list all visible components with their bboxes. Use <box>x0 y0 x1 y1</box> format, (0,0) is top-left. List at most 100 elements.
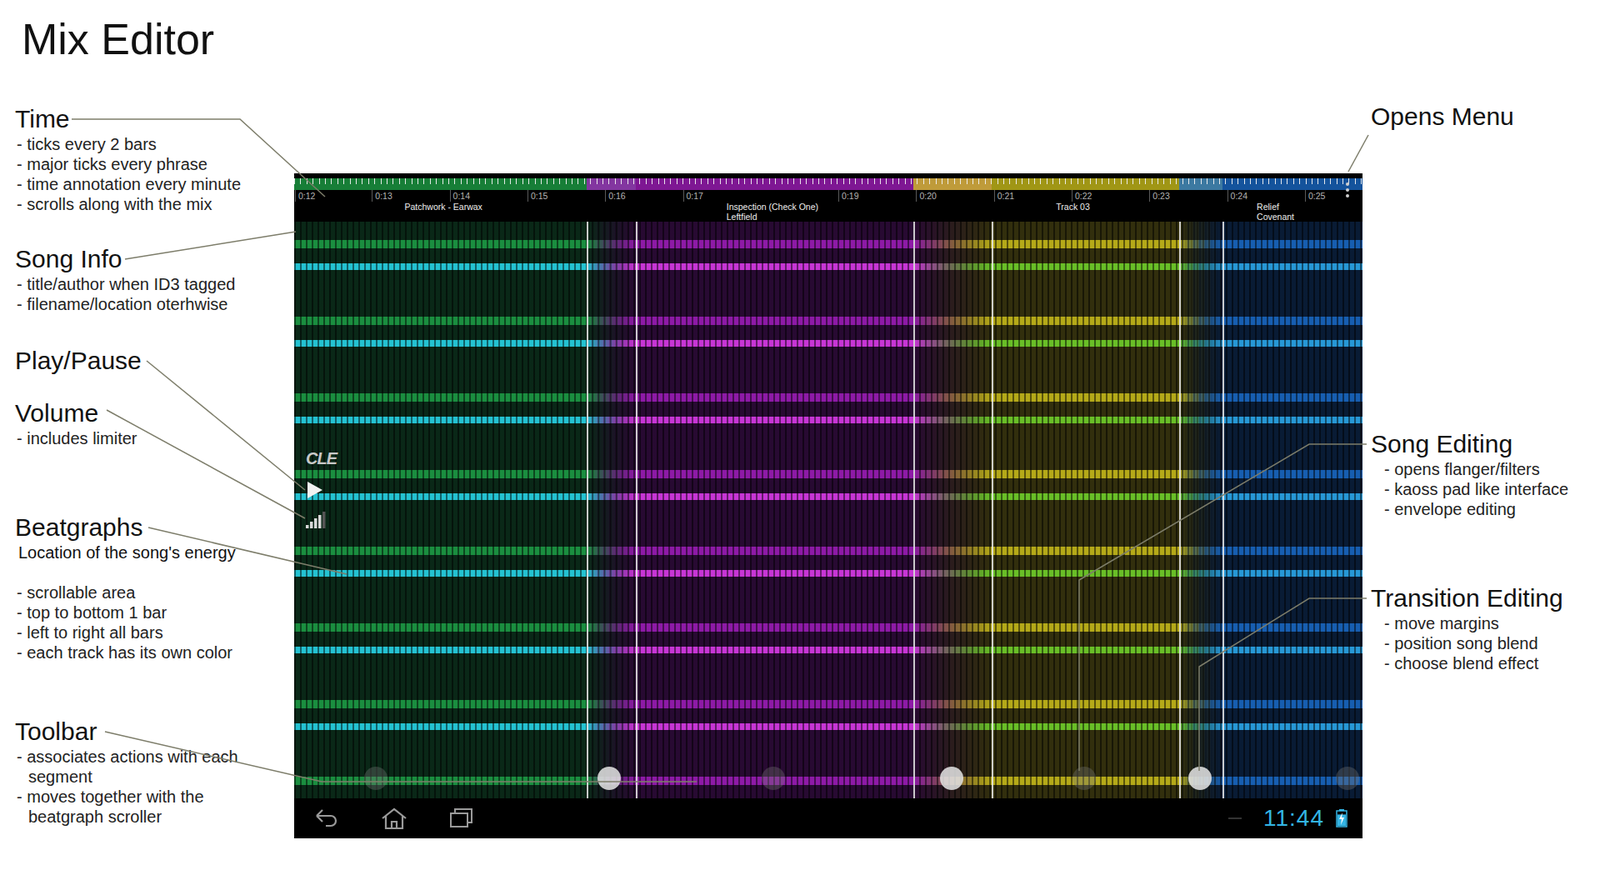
annotation: Play/Pause <box>15 345 288 399</box>
song-edit-leader-line <box>1079 444 1367 771</box>
transition-margin[interactable] <box>991 221 994 799</box>
annotation-bullet: - scrollable area <box>15 582 279 603</box>
toolbar-button[interactable] <box>597 766 621 790</box>
menu-dots-icon[interactable] <box>1344 181 1351 199</box>
annotation-heading: Beatgraphs <box>15 512 288 543</box>
song-info-line: Leftfield <box>726 211 819 222</box>
annotation: Time- ticks every 2 bars- major ticks ev… <box>15 104 288 245</box>
ruler-ticks <box>294 178 1363 190</box>
transition-margin[interactable] <box>913 221 915 799</box>
annotation-heading: Song Info <box>15 244 288 275</box>
annotation-bullet: - time annotation every minute <box>15 174 279 195</box>
annotation: Toolbar- associates actions with each se… <box>15 716 288 827</box>
app-screenshot: 0:12 0:13 0:14 0:15 0:16 0:17 0:19 0:20 0:21 0:22… <box>294 173 1363 839</box>
toolbar-button[interactable] <box>364 766 388 790</box>
track-beatgraph[interactable] <box>294 221 636 799</box>
volume-icon[interactable] <box>305 511 328 530</box>
battery-icon <box>1335 809 1348 828</box>
navigation-bar: 11:44 <box>294 798 1363 839</box>
time-label: 0:19 <box>838 190 859 202</box>
annotation-bullet: - filename/location oterhwise <box>15 294 279 315</box>
annotation: Song Info- title/author when ID3 tagged-… <box>15 244 288 346</box>
time-label: 0:17 <box>683 190 704 202</box>
song-info-row: Patchwork - Earwax Inspection (Check One)… <box>294 201 1363 222</box>
annotation-bullet: - left to right all bars <box>15 622 279 643</box>
time-label: 0:12 <box>295 190 315 202</box>
toolbar-button[interactable] <box>1072 766 1096 790</box>
recent-apps-icon[interactable] <box>447 805 476 831</box>
annotation-bullet: - includes limiter <box>15 428 279 449</box>
time-label: 0:21 <box>994 190 1015 202</box>
song-info: Patchwork - Earwax <box>404 201 482 212</box>
leader-lines <box>0 0 1600 885</box>
toolbar-button[interactable] <box>1335 766 1360 790</box>
toolbar-button[interactable] <box>761 766 785 790</box>
annotation-heading: Volume <box>15 398 288 429</box>
mix-editor-page: Mix EditorTime- ticks every 2 bars- majo… <box>0 0 1600 885</box>
transition-margin[interactable] <box>1222 221 1225 799</box>
song-info-line: Patchwork - Earwax <box>404 201 482 212</box>
annotation-bullet: - kaoss pad like interface <box>1370 479 1595 500</box>
back-icon[interactable] <box>312 805 341 831</box>
annotation-heading: Transition Editing <box>1370 583 1595 614</box>
status-area: 11:44 <box>1228 804 1348 833</box>
timeline[interactable]: 0:12 0:13 0:14 0:15 0:16 0:17 0:19 0:20 0:21 0:22… <box>294 173 1363 222</box>
annotation-heading: Song Editing <box>1370 429 1595 460</box>
annotation-bullet: - major ticks every phrase <box>15 154 279 175</box>
player-controls: CLE <box>305 448 337 530</box>
nav-buttons <box>312 805 476 831</box>
annotation: BeatgraphsLocation of the song's energy -… <box>15 512 288 717</box>
annotation-heading: Time <box>15 104 288 135</box>
song-info-line: Relief <box>1256 201 1295 212</box>
toolbar-leader-line <box>105 731 697 782</box>
time-label: 0:24 <box>1227 190 1248 202</box>
time-label: 0:14 <box>450 190 470 202</box>
transition-leader-line <box>1199 598 1367 771</box>
time-label: 0:16 <box>605 190 625 202</box>
annotation-heading: Opens Menu <box>1370 101 1595 132</box>
time-leader-line <box>71 119 325 197</box>
song-info: Track 03 <box>1055 201 1090 212</box>
ruler <box>294 178 1363 190</box>
annotation-heading: Play/Pause <box>15 345 288 376</box>
toolbar-button[interactable] <box>1188 766 1212 790</box>
left-annotations: Time- ticks every 2 bars- major ticks ev… <box>0 91 295 885</box>
song-info-line: Inspection (Check One) <box>726 201 819 212</box>
song-info-leader-line <box>125 231 296 260</box>
beatgraph-leader-line <box>148 527 347 575</box>
annotation-bullet: - moves together with the beatgraph scro… <box>15 786 279 827</box>
play-icon[interactable] <box>305 480 325 500</box>
transition-margin[interactable] <box>1179 221 1181 799</box>
time-label: 0:23 <box>1149 190 1170 202</box>
time-labels: 0:12 0:13 0:14 0:15 0:16 0:17 0:19 0:20 0:21 0:22… <box>294 190 1363 202</box>
beatgraph-area[interactable]: CLE <box>294 221 1363 799</box>
annotation-bullet: - ticks every 2 bars <box>15 134 279 155</box>
notification-dash <box>1228 817 1242 820</box>
annotation-heading: Toolbar <box>15 716 288 747</box>
time-label: 0:20 <box>915 190 936 202</box>
menu-leader-line <box>1348 135 1369 172</box>
app-logo: CLE <box>305 448 337 469</box>
time-label: 0:22 <box>1071 190 1092 202</box>
track-beatgraph[interactable] <box>913 221 1223 799</box>
clock: 11:44 <box>1263 804 1325 833</box>
right-annotations: Opens Menu Song Editing- opens flanger/fi… <box>1362 91 1600 885</box>
home-icon[interactable] <box>379 805 410 831</box>
annotation-bullet: - scrolls along with the mix <box>15 194 279 215</box>
song-info: Inspection (Check One)Leftfield <box>726 201 819 222</box>
volume-leader-line <box>106 410 305 519</box>
annotation-bullet: - top to bottom 1 bar <box>15 602 279 623</box>
annotation-bullet: - associates actions with each segment <box>15 746 279 787</box>
time-label: 0:15 <box>527 190 548 202</box>
transition-margin[interactable] <box>586 221 589 799</box>
annotation: Song Editing- opens flanger/filters- kao… <box>1370 429 1595 584</box>
time-label: 0:13 <box>371 190 392 202</box>
annotation: Transition Editing- move margins- positi… <box>1370 583 1595 674</box>
track-beatgraph[interactable] <box>1179 221 1363 799</box>
annotation-bullet: - title/author when ID3 tagged <box>15 274 279 295</box>
play-leader-line <box>146 360 305 490</box>
annotation-subtitle: Location of the song's energy <box>15 542 288 563</box>
annotation-bullet: - position song blend <box>1370 633 1595 654</box>
transition-margin[interactable] <box>635 221 638 799</box>
annotation-bullet: - each track has its own color <box>15 642 279 663</box>
